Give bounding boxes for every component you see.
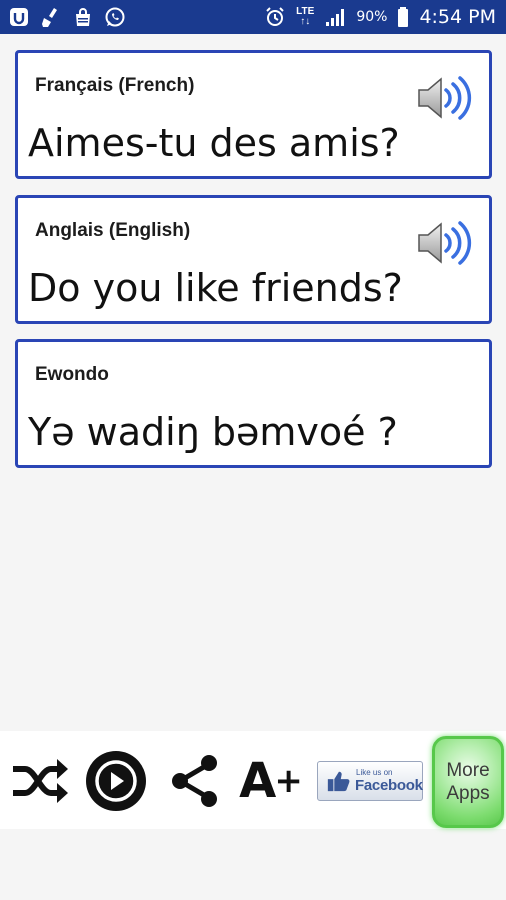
more-apps-line2: Apps <box>446 783 490 804</box>
card-language-label: Ewondo <box>35 364 109 385</box>
app-notification-icon <box>8 6 30 28</box>
card-language-label: Français (French) <box>35 75 195 96</box>
french-phrase-card: Français (French) Aimes-tu des amis? <box>15 50 492 179</box>
clock: 4:54 PM <box>419 6 496 28</box>
network-data-arrows: ↑↓ <box>300 16 311 27</box>
font-size-letter: A <box>239 753 277 809</box>
whatsapp-icon <box>104 6 126 28</box>
signal-icon <box>324 6 346 28</box>
bottom-toolbar: A + Like us on Facebook More Apps <box>0 731 506 829</box>
card-phrase-text: Yə wadiŋ bəmvoé ? <box>28 410 398 454</box>
card-language-label: Anglais (English) <box>35 220 191 241</box>
system-indicators: LTE ↑↓ 90% 4:54 PM <box>264 6 496 28</box>
status-bar: LTE ↑↓ 90% 4:54 PM <box>0 0 506 34</box>
facebook-like-brand-text: Facebook <box>355 777 423 794</box>
alarm-icon <box>264 6 286 28</box>
battery-icon <box>397 6 409 28</box>
facebook-like-small-text: Like us on <box>356 768 393 777</box>
network-type: LTE ↑↓ <box>296 7 314 27</box>
shuffle-icon <box>13 759 68 803</box>
card-phrase-text: Do you like friends? <box>28 266 403 310</box>
share-icon <box>172 755 217 807</box>
more-apps-line1: More <box>446 760 490 781</box>
font-size-button[interactable]: A + <box>236 753 306 809</box>
share-button[interactable] <box>168 753 222 809</box>
shopping-bag-icon <box>72 6 94 28</box>
speaker-icon[interactable] <box>415 218 473 268</box>
facebook-like-button[interactable]: Like us on Facebook <box>317 761 423 801</box>
card-phrase-text: Aimes-tu des amis? <box>28 121 400 165</box>
play-video-button[interactable] <box>84 749 148 813</box>
speaker-icon[interactable] <box>415 73 473 123</box>
shuffle-button[interactable] <box>10 755 68 807</box>
battery-percent: 90% <box>356 9 388 25</box>
ewondo-phrase-card: Ewondo Yə wadiŋ bəmvoé ? <box>15 339 492 468</box>
english-phrase-card: Anglais (English) Do you like friends? <box>15 195 492 324</box>
font-size-plus: + <box>274 761 303 801</box>
play-circle-icon <box>86 751 146 811</box>
notification-icons <box>8 6 126 28</box>
thumbs-up-icon <box>327 771 350 792</box>
cleaner-icon <box>40 6 62 28</box>
more-apps-button[interactable]: More Apps <box>432 736 504 828</box>
